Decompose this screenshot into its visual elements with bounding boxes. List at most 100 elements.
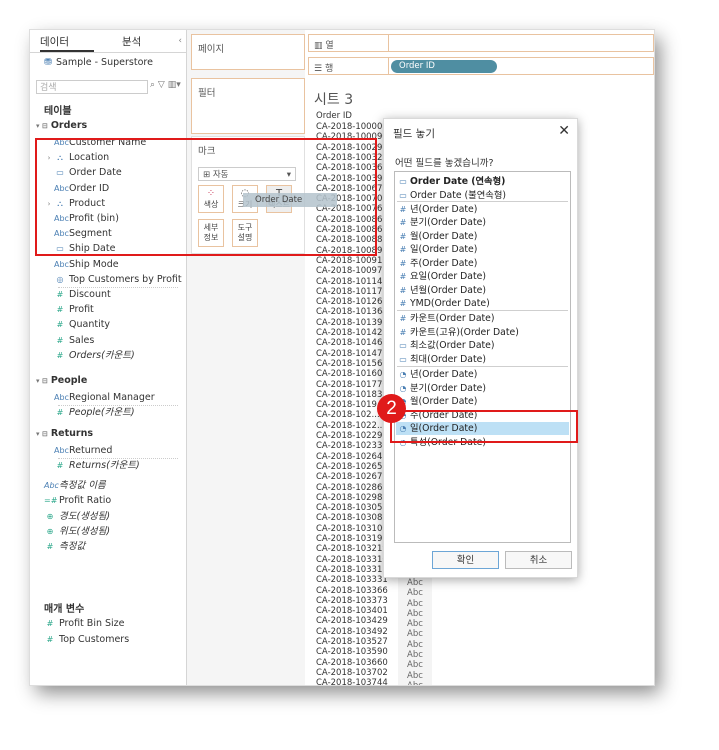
collapse-pane-icon[interactable]: ‹	[178, 36, 182, 46]
field-option[interactable]: # 분기(Order Date)	[396, 216, 569, 229]
order-id-cell[interactable]: CA-2018-103058	[316, 503, 388, 513]
field-item[interactable]: # 측정값	[44, 539, 86, 554]
field-option[interactable]: # 일(Order Date)	[396, 243, 569, 256]
table-group-people[interactable]: ▾ ⊟ People	[36, 375, 87, 386]
order-id-cell[interactable]: CA-2018-103317	[316, 565, 388, 575]
ok-button[interactable]: 확인	[432, 551, 499, 569]
order-id-cell[interactable]: CA-2018-101147	[316, 277, 388, 287]
field-item[interactable]: # Returns(카운트)	[44, 458, 140, 473]
view-menu-icon[interactable]: ▥▾	[168, 80, 181, 90]
close-icon[interactable]: ✕	[558, 123, 570, 139]
order-id-cell[interactable]: CA-2018-103373	[316, 596, 388, 606]
order-id-cell[interactable]: CA-2018-103310	[316, 555, 388, 565]
field-item[interactable]: AbcRegional Manager	[44, 390, 155, 405]
field-item[interactable]: AbcShip Mode	[44, 257, 119, 272]
filters-shelf[interactable]: 필터	[191, 78, 305, 134]
order-id-cell[interactable]: CA-2018-103401	[316, 606, 388, 616]
filter-icon[interactable]: ▽	[158, 80, 165, 90]
field-option[interactable]: ▭ 최대(Order Date)	[396, 353, 569, 366]
field-option[interactable]: # 요일(Order Date)	[396, 270, 569, 283]
order-id-cell[interactable]: CA-2018-103219	[316, 544, 388, 554]
parameter-item[interactable]: # Top Customers	[44, 632, 130, 647]
search-icon[interactable]: ⌕	[150, 80, 155, 90]
order-id-cell[interactable]: CA-2018-1022..	[316, 421, 382, 431]
order-id-cell[interactable]: CA-2018-103744	[316, 678, 388, 685]
field-option[interactable]: ▭ 최소값(Order Date)	[396, 339, 569, 352]
order-id-cell[interactable]: CA-2018-103100	[316, 524, 388, 534]
field-item[interactable]: # Discount	[44, 287, 111, 302]
field-item[interactable]: AbcReturned	[44, 443, 112, 458]
field-item[interactable]: # Profit	[44, 302, 94, 317]
order-id-pill[interactable]: Order ID	[391, 60, 497, 73]
order-id-cell[interactable]: CA-2018-101602	[316, 369, 388, 379]
tab-analysis[interactable]: 분석	[122, 30, 141, 52]
order-id-cell[interactable]: CA-2018-102988	[316, 493, 388, 503]
field-option[interactable]: ◔ 분기(Order Date)	[396, 382, 569, 395]
field-option[interactable]: # 주(Order Date)	[396, 257, 569, 270]
order-id-cell[interactable]: CA-2018-102652	[316, 462, 388, 472]
order-id-cell[interactable]: CA-2018-100916	[316, 256, 388, 266]
field-option-label: 분기(Order Date)	[410, 217, 486, 228]
field-item[interactable]: ⊕ 경도(생성됨)	[44, 509, 110, 524]
field-item[interactable]: ⊕ 위도(생성됨)	[44, 524, 110, 539]
sheet-title[interactable]: 시트 3	[314, 89, 353, 109]
order-id-cell[interactable]: CA-2018-101770	[316, 380, 388, 390]
order-id-cell[interactable]: CA-2018-101266	[316, 297, 388, 307]
search-input[interactable]: 검색	[36, 80, 148, 94]
order-id-cell[interactable]: CA-2018-103702	[316, 668, 388, 678]
cancel-button[interactable]: 취소	[505, 551, 572, 569]
order-id-cell[interactable]: CA-2018-102295	[316, 431, 388, 441]
order-id-cell[interactable]: CA-2018-101476	[316, 349, 388, 359]
order-id-cell[interactable]: CA-2018-101833	[316, 390, 388, 400]
order-id-cell[interactable]: CA-2018-102330	[316, 441, 388, 451]
order-id-cell[interactable]: CA-2018-102...	[316, 410, 380, 420]
field-item[interactable]: # People(카운트)	[44, 405, 135, 420]
field-item[interactable]: ◎ Top Customers by Profit	[44, 272, 182, 287]
order-id-cell[interactable]: CA-2018-103590	[316, 647, 388, 657]
order-id-cell[interactable]: CA-2018-101560	[316, 359, 388, 369]
field-option[interactable]: # 월(Order Date)	[396, 230, 569, 243]
field-option[interactable]: # YMD(Order Date)	[396, 297, 569, 310]
field-option[interactable]: ◔ 년(Order Date)	[396, 368, 569, 381]
order-id-cell[interactable]: CA-2018-103086	[316, 513, 388, 523]
order-id-cell[interactable]: CA-2018-101364	[316, 307, 388, 317]
order-id-cell[interactable]: CA-2018-103660	[316, 658, 388, 668]
field-option[interactable]: # 년월(Order Date)	[396, 284, 569, 297]
pages-shelf[interactable]: 페이지	[191, 34, 305, 70]
rows-shelf[interactable]: ☰ 행 Order ID	[308, 57, 654, 75]
field-option[interactable]: # 카운트(고유)(Order Date)	[396, 326, 569, 339]
order-id-cell[interactable]: CA-2018-100972	[316, 266, 388, 276]
order-id-cell[interactable]: CA-2018-101427	[316, 328, 388, 338]
order-id-cell[interactable]: CA-2018-103429	[316, 616, 388, 626]
field-item[interactable]: =# Profit Ratio	[44, 493, 111, 508]
order-id-cell[interactable]: CA-2018-103492	[316, 627, 388, 637]
table-group-returns[interactable]: ▾ ⊟ Returns	[36, 428, 93, 439]
order-id-cell[interactable]: CA-2018-103366	[316, 586, 388, 596]
order-id-cell[interactable]: CA-2018-101462	[316, 338, 388, 348]
field-option[interactable]: ◔월(Order Date)	[396, 395, 569, 408]
data-source[interactable]: ⛃ Sample - Superstore	[44, 57, 153, 68]
order-id-cell[interactable]: CA-2018-103527	[316, 637, 388, 647]
field-option[interactable]: # 카운트(Order Date)	[396, 312, 569, 325]
columns-shelf[interactable]: ▥ 열	[308, 34, 654, 52]
order-id-cell[interactable]: CA-2018-103191	[316, 534, 388, 544]
order-id-cell[interactable]: CA-2018-102869	[316, 483, 388, 493]
order-id-cell[interactable]: CA-2018-101392	[316, 318, 388, 328]
order-id-cell[interactable]: CA-2018-103331	[316, 575, 388, 585]
field-item[interactable]: # Quantity	[44, 317, 110, 332]
order-id-cell[interactable]: CA-2018-101175	[316, 287, 388, 297]
search-tools[interactable]: ⌕ ▽ ▥▾	[150, 80, 181, 90]
field-option[interactable]: # 년(Order Date)	[396, 203, 569, 216]
parameter-item[interactable]: # Profit Bin Size	[44, 616, 125, 631]
column-header[interactable]: Order ID	[316, 111, 352, 121]
field-option[interactable]: ▭ Order Date (연속형)	[396, 175, 569, 188]
order-id-cell[interactable]: CA-2018-102673	[316, 472, 388, 482]
tab-data[interactable]: 데이터	[40, 30, 94, 52]
order-id-cell[interactable]: CA-2018-1019..	[316, 400, 382, 410]
field-item[interactable]: # Orders(카운트)	[44, 348, 135, 363]
table-group-orders[interactable]: ▾ ⊟ Orders	[36, 120, 87, 131]
field-item[interactable]: # Sales	[44, 333, 95, 348]
field-item[interactable]: Abc측정값 이름	[44, 478, 106, 493]
order-id-cell[interactable]: CA-2018-100006	[316, 122, 388, 132]
order-id-cell[interactable]: CA-2018-102645	[316, 452, 388, 462]
